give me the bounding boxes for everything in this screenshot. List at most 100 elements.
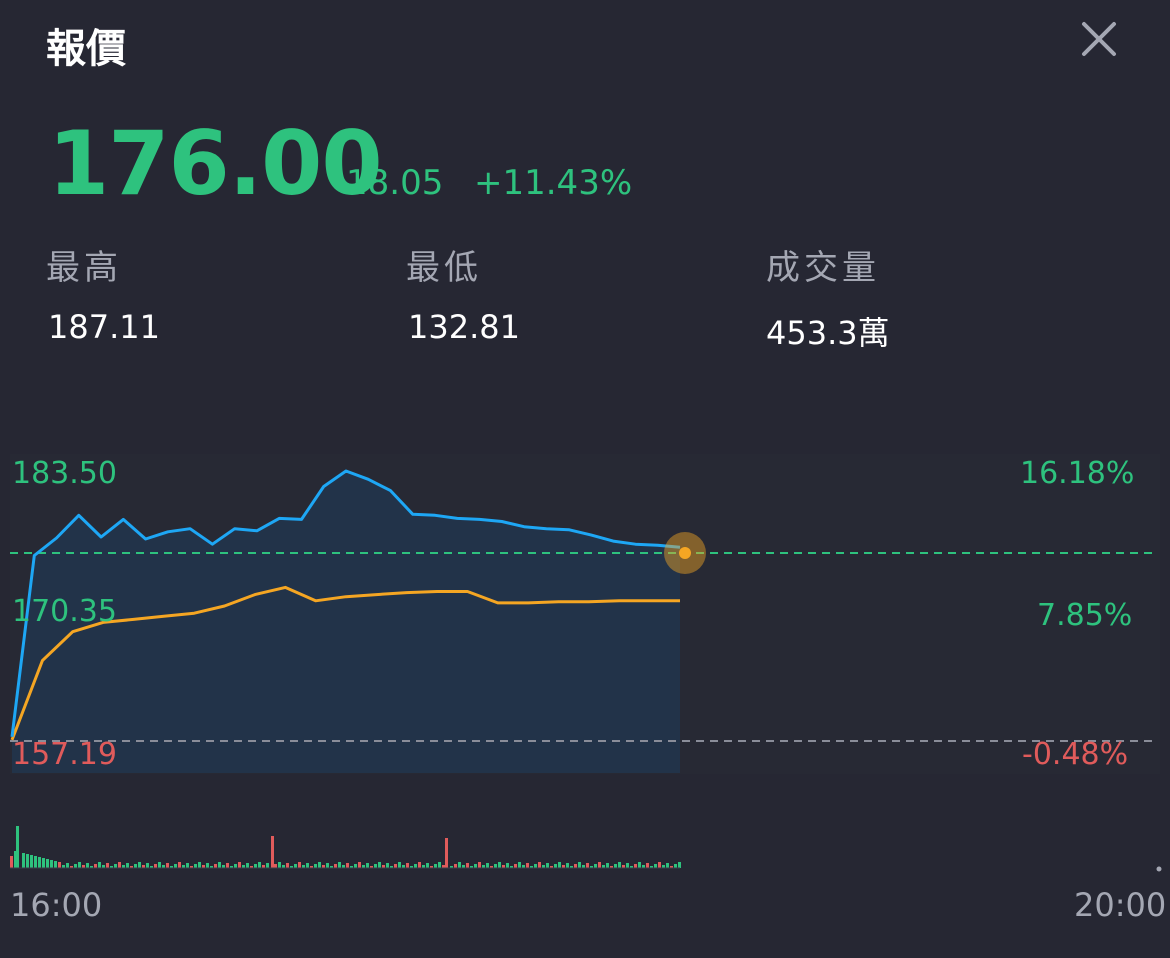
- x-label-start: 16:00: [10, 886, 103, 924]
- volume-bar: [246, 863, 249, 868]
- volume-bar: [218, 862, 221, 868]
- volume-bar: [666, 863, 669, 868]
- intraday-chart[interactable]: [0, 0, 1170, 958]
- y-label-mid-left: 170.35: [12, 594, 117, 629]
- volume-bar: [178, 862, 181, 868]
- volume-bar: [354, 864, 357, 868]
- volume-bars: [10, 826, 681, 868]
- volume-bar: [42, 858, 45, 868]
- volume-bar: [586, 863, 589, 868]
- volume-bar: [518, 862, 521, 868]
- volume-bar: [234, 864, 237, 868]
- volume-bar: [514, 864, 517, 868]
- volume-bar: [194, 864, 197, 868]
- volume-bar: [338, 862, 341, 868]
- volume-bar: [386, 863, 389, 868]
- volume-bar: [198, 862, 201, 868]
- y-label-top-right: 16.18%: [1020, 456, 1135, 491]
- volume-bar: [414, 864, 417, 868]
- volume-bar: [646, 863, 649, 868]
- volume-bar: [126, 863, 129, 868]
- volume-bar: [474, 864, 477, 868]
- volume-bar: [638, 862, 641, 868]
- volume-bar: [106, 863, 109, 868]
- volume-bar: [318, 862, 321, 868]
- volume-bar: [138, 862, 141, 868]
- volume-bar: [54, 861, 57, 868]
- volume-bar: [326, 863, 329, 868]
- current-point: [679, 547, 691, 559]
- volume-bar: [274, 864, 277, 868]
- volume-bar: [94, 864, 97, 868]
- volume-bar: [366, 863, 369, 868]
- volume-bar: [166, 863, 169, 868]
- volume-bar: [526, 863, 529, 868]
- volume-bar: [614, 864, 617, 868]
- volume-bar: [118, 862, 121, 868]
- volume-bar: [314, 864, 317, 868]
- x-label-end: 20:00: [1074, 886, 1167, 924]
- volume-bar: [134, 864, 137, 868]
- volume-bar: [334, 864, 337, 868]
- volume-bar: [538, 862, 541, 868]
- volume-bar: [466, 863, 469, 868]
- volume-bar: [358, 862, 361, 868]
- volume-bar: [278, 862, 281, 868]
- volume-bar: [678, 862, 681, 868]
- volume-bar: [534, 864, 537, 868]
- volume-bar: [406, 863, 409, 868]
- volume-bar: [558, 862, 561, 868]
- volume-bar: [298, 862, 301, 868]
- volume-bar: [566, 863, 569, 868]
- volume-bar: [578, 862, 581, 868]
- volume-end-marker: [1156, 866, 1162, 872]
- volume-bar: [271, 836, 274, 868]
- volume-bar: [418, 862, 421, 868]
- volume-bar: [494, 864, 497, 868]
- volume-bar: [574, 864, 577, 868]
- volume-bar: [238, 862, 241, 868]
- volume-bar: [114, 864, 117, 868]
- volume-bar: [306, 863, 309, 868]
- volume-bar: [34, 856, 37, 868]
- volume-bar: [618, 862, 621, 868]
- volume-bar: [258, 862, 261, 868]
- volume-bar: [10, 856, 13, 868]
- volume-bar: [506, 863, 509, 868]
- volume-bar: [658, 862, 661, 868]
- volume-bar: [454, 864, 457, 868]
- volume-bar: [214, 864, 217, 868]
- volume-bar: [346, 863, 349, 868]
- volume-bar: [86, 863, 89, 868]
- volume-bar: [26, 854, 29, 868]
- volume-bar: [434, 864, 437, 868]
- volume-bar: [674, 864, 677, 868]
- volume-bar: [498, 862, 501, 868]
- volume-bar: [546, 863, 549, 868]
- y-label-bottom-left: 157.19: [12, 737, 117, 772]
- volume-bar: [426, 863, 429, 868]
- volume-bar: [186, 863, 189, 868]
- volume-bar: [98, 862, 101, 868]
- volume-bar: [486, 863, 489, 868]
- volume-bar: [458, 862, 461, 868]
- volume-bar: [634, 864, 637, 868]
- volume-bar: [378, 862, 381, 868]
- volume-bar: [394, 864, 397, 868]
- volume-bar: [50, 860, 53, 868]
- volume-bar: [266, 863, 269, 868]
- volume-bar: [226, 863, 229, 868]
- volume-bar: [30, 855, 33, 868]
- volume-bar: [598, 862, 601, 868]
- volume-bar: [174, 864, 177, 868]
- volume-bar: [438, 862, 441, 868]
- volume-bar: [154, 864, 157, 868]
- volume-bar: [626, 863, 629, 868]
- volume-bar: [398, 862, 401, 868]
- volume-bar: [66, 863, 69, 868]
- volume-bar: [478, 862, 481, 868]
- y-label-top-left: 183.50: [12, 456, 117, 491]
- volume-bar: [594, 864, 597, 868]
- volume-bar: [606, 863, 609, 868]
- volume-bar: [38, 857, 41, 868]
